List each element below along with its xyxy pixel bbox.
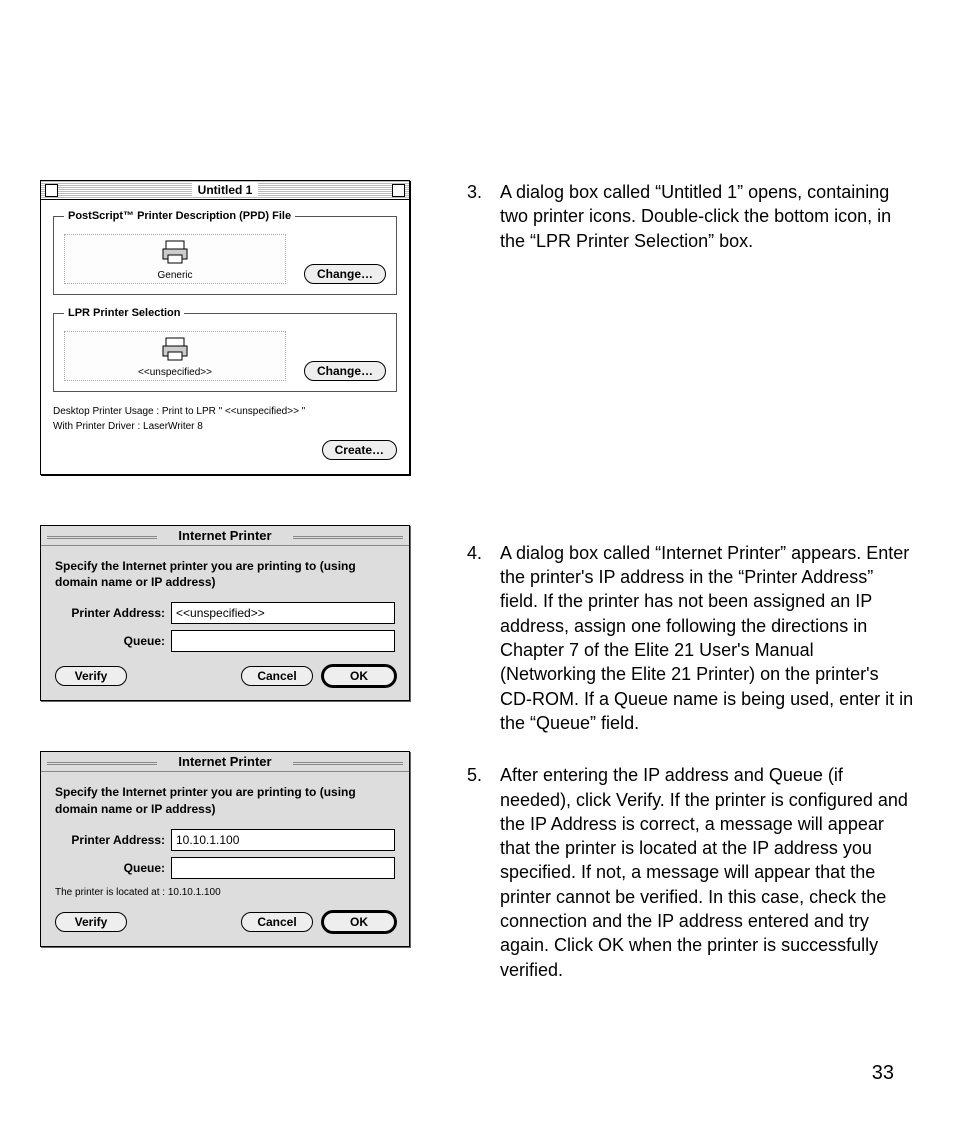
- queue-input[interactable]: [171, 630, 395, 652]
- verify-button[interactable]: Verify: [55, 666, 127, 686]
- step-text: A dialog box called “Untitled 1” opens, …: [500, 180, 914, 253]
- lpr-legend: LPR Printer Selection: [64, 307, 184, 319]
- ppd-change-button[interactable]: Change…: [304, 264, 386, 284]
- step-text: A dialog box called “Internet Printer” a…: [500, 541, 914, 735]
- printer-address-label: Printer Address:: [55, 606, 165, 620]
- printer-address-input[interactable]: [171, 829, 395, 851]
- ppd-group: PostScript™ Printer Description (PPD) Fi…: [53, 210, 397, 295]
- ok-button[interactable]: OK: [323, 912, 395, 932]
- dialog-instruction: Specify the Internet printer you are pri…: [55, 558, 395, 590]
- lpr-change-button[interactable]: Change…: [304, 361, 386, 381]
- window-titlebar: Untitled 1: [41, 181, 409, 200]
- ppd-legend: PostScript™ Printer Description (PPD) Fi…: [64, 210, 295, 222]
- lpr-icon-area[interactable]: <<unspecified>>: [64, 331, 286, 381]
- internet-printer-dialog-2: Internet Printer Specify the Internet pr…: [40, 751, 410, 946]
- instructions-column: 3. A dialog box called “Untitled 1” open…: [460, 180, 914, 1010]
- window-title: Untitled 1: [192, 183, 259, 197]
- queue-input[interactable]: [171, 857, 395, 879]
- figures-column: Untitled 1 PostScript™ Printer Descripti…: [40, 180, 410, 1010]
- step-text: After entering the IP address and Queue …: [500, 763, 914, 982]
- ok-button[interactable]: OK: [323, 666, 395, 686]
- dialog-instruction: Specify the Internet printer you are pri…: [55, 784, 395, 816]
- page-number: 33: [872, 1062, 894, 1085]
- dialog-title: Internet Printer: [170, 528, 279, 543]
- lpr-icon-label: <<unspecified>>: [65, 367, 285, 378]
- internet-printer-dialog-1: Internet Printer Specify the Internet pr…: [40, 525, 410, 701]
- untitled-window: Untitled 1 PostScript™ Printer Descripti…: [40, 180, 410, 475]
- ppd-icon-area[interactable]: Generic: [64, 234, 286, 284]
- dialog-titlebar: Internet Printer: [41, 752, 409, 772]
- ppd-icon-label: Generic: [65, 270, 285, 281]
- queue-label: Queue:: [55, 861, 165, 875]
- dialog-title: Internet Printer: [170, 754, 279, 769]
- step-number: 5.: [460, 763, 482, 982]
- driver-line: With Printer Driver : LaserWriter 8: [53, 419, 397, 434]
- cancel-button[interactable]: Cancel: [241, 666, 313, 686]
- step-4: 4. A dialog box called “Internet Printer…: [460, 541, 914, 735]
- verify-button[interactable]: Verify: [55, 912, 127, 932]
- printer-icon: [160, 336, 190, 362]
- cancel-button[interactable]: Cancel: [241, 912, 313, 932]
- step-number: 3.: [460, 180, 482, 253]
- queue-label: Queue:: [55, 634, 165, 648]
- printer-address-input[interactable]: [171, 602, 395, 624]
- printer-address-label: Printer Address:: [55, 833, 165, 847]
- step-3: 3. A dialog box called “Untitled 1” open…: [460, 180, 914, 253]
- step-5: 5. After entering the IP address and Que…: [460, 763, 914, 982]
- dialog-titlebar: Internet Printer: [41, 526, 409, 546]
- printer-icon: [160, 239, 190, 265]
- create-button[interactable]: Create…: [322, 440, 397, 460]
- printer-status: The printer is located at : 10.10.1.100: [55, 887, 395, 898]
- lpr-group: LPR Printer Selection <<unspecified>> Ch…: [53, 307, 397, 392]
- step-number: 4.: [460, 541, 482, 735]
- usage-line: Desktop Printer Usage : Print to LPR " <…: [53, 404, 397, 419]
